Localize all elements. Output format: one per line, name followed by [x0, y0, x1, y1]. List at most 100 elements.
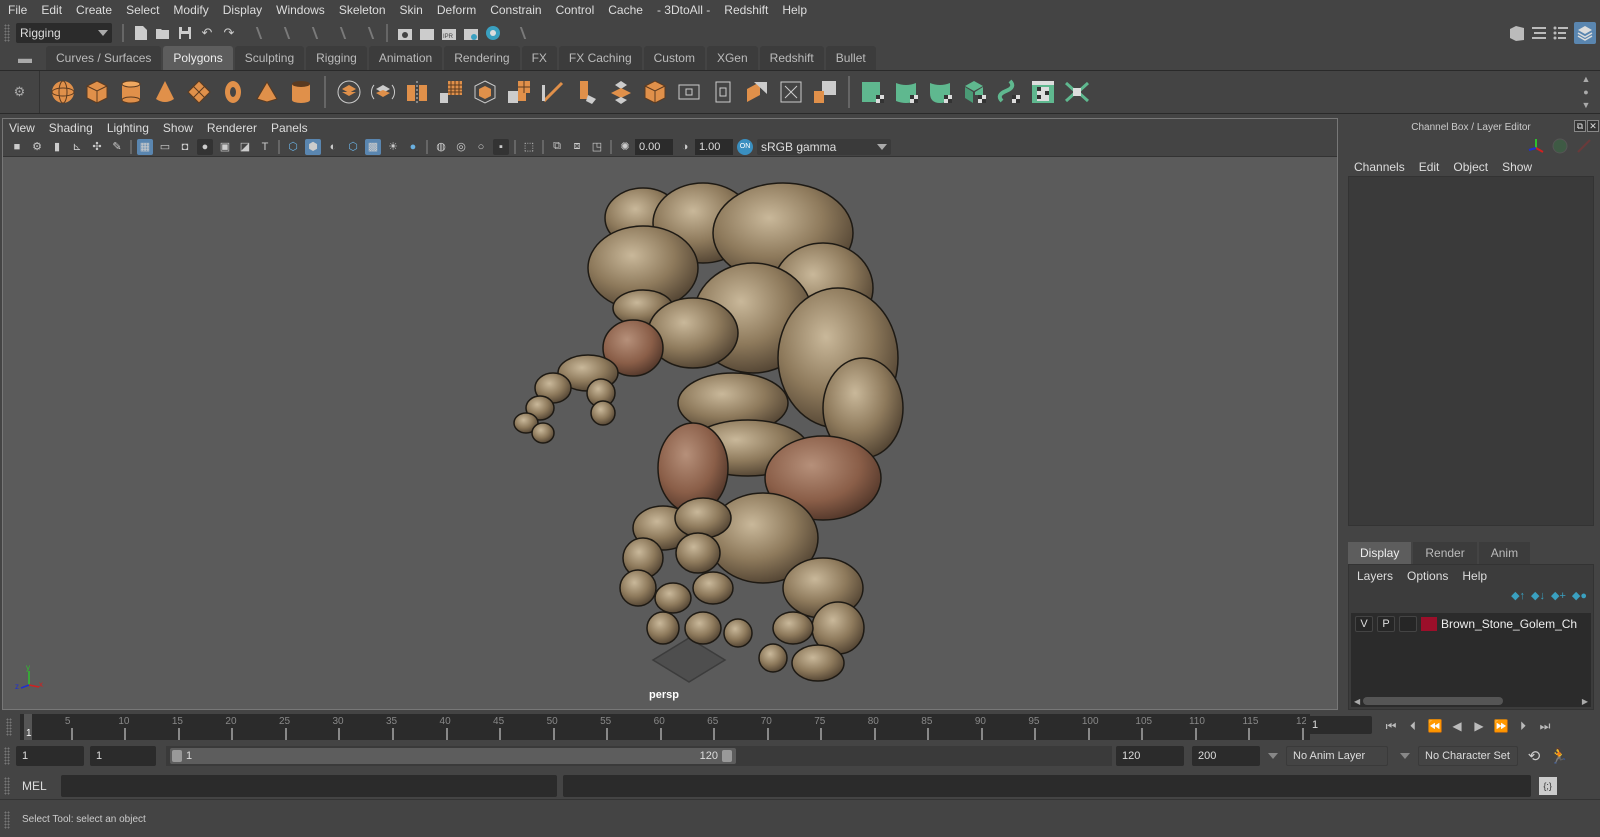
tab-display[interactable]: Display: [1348, 542, 1412, 564]
camera-attributes-icon[interactable]: ⚙: [29, 139, 45, 155]
tab-anim[interactable]: Anim: [1478, 542, 1531, 564]
menu-skin[interactable]: Skin: [400, 3, 423, 17]
close-panel-icon[interactable]: ✕: [1587, 120, 1599, 132]
menuset-dropdown[interactable]: Rigging: [16, 23, 112, 43]
ipr-render-icon[interactable]: IPR: [440, 24, 458, 42]
poly-plane-icon[interactable]: [185, 78, 213, 106]
reduce-icon[interactable]: [471, 78, 499, 106]
playback-end-field[interactable]: 120: [1116, 746, 1184, 766]
anim-layer-chevron-icon[interactable]: [1268, 753, 1278, 759]
depth-of-field-icon[interactable]: ▪: [493, 138, 509, 155]
wireframe-icon[interactable]: ⬡: [285, 139, 301, 155]
poly-cube-icon[interactable]: [83, 78, 111, 106]
grip-handle[interactable]: [6, 718, 12, 736]
step-back-frame-icon[interactable]: ⏴: [1405, 718, 1421, 734]
shelf-tab-fx-caching[interactable]: FX Caching: [558, 46, 642, 70]
range-end-handle[interactable]: [722, 750, 732, 762]
film-gate-icon[interactable]: ▭: [157, 139, 173, 155]
menu-file[interactable]: File: [8, 3, 27, 17]
shelf-tab-rigging[interactable]: Rigging: [306, 46, 367, 70]
menu-select[interactable]: Select: [126, 3, 159, 17]
scroll-up-icon[interactable]: ▲: [1582, 74, 1591, 84]
gamma-icon[interactable]: ◑: [677, 139, 693, 155]
shelf-tab-rendering[interactable]: Rendering: [444, 46, 520, 70]
poly-cone-icon[interactable]: [151, 78, 179, 106]
xray-joints-icon[interactable]: ◳: [589, 139, 605, 155]
vp-menu-show[interactable]: Show: [163, 121, 193, 135]
shelf-tab-animation[interactable]: Animation: [368, 46, 443, 70]
cb-menu-edit[interactable]: Edit: [1419, 160, 1440, 174]
grip-handle[interactable]: [4, 24, 10, 42]
3d-canvas[interactable]: y x z persp: [3, 158, 1337, 709]
2d-pan-zoom-icon[interactable]: ✣: [89, 139, 105, 155]
range-slider-bar-fill[interactable]: [170, 748, 736, 764]
boolean-icon[interactable]: [811, 78, 839, 106]
default-material-icon[interactable]: ◐: [325, 139, 341, 155]
vp-menu-renderer[interactable]: Renderer: [207, 121, 257, 135]
animation-start-field[interactable]: 1: [16, 746, 84, 766]
mirror-icon[interactable]: [403, 78, 431, 106]
shelf-tab-fx[interactable]: FX: [521, 46, 557, 70]
gate-mask-icon[interactable]: ●: [197, 138, 213, 155]
unfold-uv-icon[interactable]: [995, 78, 1023, 106]
menu-constrain[interactable]: Constrain: [490, 3, 541, 17]
image-plane-icon[interactable]: ⊾: [69, 139, 85, 155]
grid-icon[interactable]: ▦: [137, 138, 153, 155]
collapse-arrow-icon[interactable]: [306, 24, 314, 42]
bookmark-icon[interactable]: ▮: [49, 139, 65, 155]
command-input[interactable]: [60, 774, 557, 797]
exposure-icon[interactable]: ✺: [617, 139, 633, 155]
menu-redshift[interactable]: Redshift: [724, 3, 768, 17]
grip-handle[interactable]: [4, 776, 10, 795]
combine-icon[interactable]: [335, 78, 363, 106]
go-to-end-icon[interactable]: ⏭: [1537, 718, 1553, 734]
menu-3dtoall[interactable]: - 3DtoAll -: [657, 3, 710, 17]
layer-row[interactable]: V P Brown_Stone_Golem_Ch: [1351, 613, 1591, 635]
cb-menu-show[interactable]: Show: [1502, 160, 1532, 174]
float-panel-icon[interactable]: ⧉: [1574, 120, 1586, 132]
field-chart-icon[interactable]: ▣: [217, 139, 233, 155]
vp-menu-shading[interactable]: Shading: [49, 121, 93, 135]
tab-render[interactable]: Render: [1413, 542, 1477, 564]
poly-pyramid-icon[interactable]: [253, 78, 281, 106]
time-slider-track[interactable]: 1 5 10 15 20 25 30 35 40 45 50 55 60 65 70 75 80 85 90 95 1…: [20, 714, 1313, 740]
cb-menu-object[interactable]: Object: [1453, 160, 1488, 174]
le-menu-options[interactable]: Options: [1407, 569, 1448, 583]
menu-modify[interactable]: Modify: [173, 3, 208, 17]
range-slider[interactable]: 1 120: [166, 746, 736, 766]
layer-visibility-toggle[interactable]: V: [1355, 616, 1373, 632]
play-forwards-icon[interactable]: ▶: [1471, 718, 1487, 734]
new-scene-icon[interactable]: [132, 24, 150, 42]
menu-help[interactable]: Help: [782, 3, 807, 17]
new-empty-layer-icon[interactable]: ◆+: [1551, 589, 1566, 602]
auto-key-icon[interactable]: ⟲: [1526, 748, 1542, 765]
modeling-toolkit-icon[interactable]: [1508, 24, 1526, 42]
render-view-icon[interactable]: [396, 24, 414, 42]
motion-blur-icon[interactable]: ◎: [453, 139, 469, 155]
step-forward-key-icon[interactable]: ⏩: [1493, 718, 1509, 734]
scroll-left-icon[interactable]: ◀: [1354, 697, 1360, 706]
new-layer-selected-icon[interactable]: ◆●: [1572, 589, 1587, 602]
save-scene-icon[interactable]: [176, 24, 194, 42]
layer-name[interactable]: Brown_Stone_Golem_Ch: [1441, 617, 1577, 631]
rotate-manipulator-icon[interactable]: [1552, 138, 1568, 154]
textured-icon[interactable]: ▩: [365, 138, 381, 155]
open-scene-icon[interactable]: [154, 24, 172, 42]
go-to-start-icon[interactable]: ⏮: [1383, 718, 1399, 734]
scrollbar-thumb[interactable]: [1363, 697, 1504, 705]
shelf-tab-xgen[interactable]: XGen: [706, 46, 758, 70]
render-settings-icon[interactable]: [462, 24, 480, 42]
bevel-icon[interactable]: [607, 78, 635, 106]
safe-title-icon[interactable]: T: [257, 139, 273, 155]
uv-editor-icon[interactable]: [1029, 78, 1057, 106]
redo-icon[interactable]: ↷: [220, 24, 238, 42]
gamma-field[interactable]: 1.00: [695, 138, 733, 155]
layer-color-swatch[interactable]: [1421, 617, 1437, 631]
scroll-down-icon[interactable]: ▼: [1582, 100, 1591, 110]
smooth-shade-icon[interactable]: ⬢: [305, 138, 321, 155]
screen-space-ao-icon[interactable]: ◍: [433, 139, 449, 155]
script-editor-icon[interactable]: {;}: [1538, 776, 1557, 795]
layer-list-hscrollbar[interactable]: ◀ ▶: [1351, 695, 1591, 707]
collapse-arrow-icon[interactable]: [514, 24, 522, 42]
grip-handle[interactable]: [4, 810, 10, 829]
